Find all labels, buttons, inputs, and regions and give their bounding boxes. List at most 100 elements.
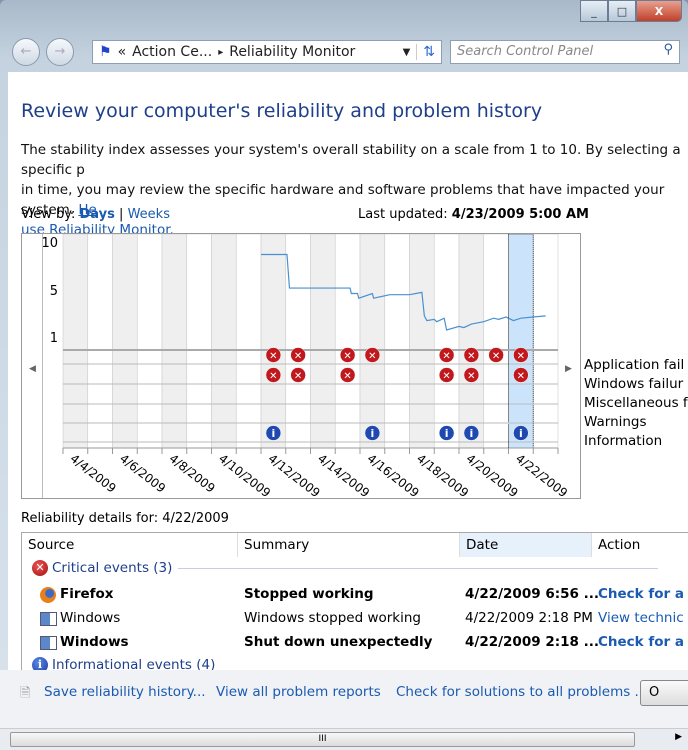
column-date[interactable]: Date	[460, 533, 592, 557]
critical-event-icon[interactable]: ✕	[265, 347, 282, 363]
day-column[interactable]	[211, 233, 237, 449]
search-input[interactable]: Search Control Panel ⚲	[450, 40, 680, 64]
check-all-solutions-link[interactable]: Check for solutions to all problems ...	[396, 684, 647, 700]
document-icon: 🗎	[20, 686, 31, 701]
legend-application-failures: Application fail	[584, 357, 685, 373]
table-row[interactable]: Windows Shut down unexpectedly 4/22/2009…	[22, 631, 688, 655]
address-dropdown-icon[interactable]: ▼	[403, 47, 411, 58]
day-column[interactable]	[136, 233, 163, 449]
informational-events-group[interactable]: i Informational events (4)	[32, 657, 215, 670]
day-column[interactable]	[532, 233, 559, 449]
critical-event-icon[interactable]: ✕	[438, 367, 455, 383]
critical-event-icon[interactable]: ✕	[290, 347, 306, 363]
view-all-reports-link[interactable]: View all problem reports	[216, 684, 381, 700]
minimize-button[interactable]: _	[580, 0, 608, 22]
day-column[interactable]	[458, 233, 485, 449]
critical-events-group[interactable]: ✕ Critical events (3)	[32, 560, 659, 576]
day-column[interactable]	[433, 233, 460, 449]
critical-event-icon[interactable]: ✕	[513, 367, 529, 383]
day-column[interactable]	[87, 233, 113, 449]
column-source[interactable]: Source	[22, 533, 238, 557]
critical-event-icon[interactable]: ✕	[265, 367, 282, 383]
svg-text:✕: ✕	[442, 351, 450, 362]
svg-text:✕: ✕	[517, 371, 525, 382]
address-overflow[interactable]: «	[118, 44, 127, 60]
chart-row-legend: Application fail Windows failur Miscella…	[584, 356, 688, 451]
x-tick-label: 4/16/2009	[365, 451, 422, 498]
day-column[interactable]	[285, 233, 311, 449]
row-summary: Windows stopped working	[244, 610, 421, 626]
critical-event-icon[interactable]: ✕	[339, 367, 356, 383]
svg-text:✕: ✕	[269, 371, 277, 382]
view-days-link[interactable]: Days	[80, 207, 115, 222]
critical-event-icon[interactable]: ✕	[438, 347, 455, 363]
information-event-icon[interactable]: i	[265, 425, 282, 441]
reliability-chart-svg[interactable]: 1051✕ ✕ ✕ ✕ ✕ ✕ ✕ ✕✕ ✕ ✕ ✕ ✕ ✕i i i i i4/4/20094/6/20094…	[22, 233, 580, 500]
day-column[interactable]	[260, 233, 287, 449]
horizontal-scrollbar[interactable]: III ▶	[0, 728, 688, 750]
information-event-icon[interactable]: i	[463, 425, 480, 441]
scrollbar-thumb[interactable]: III	[10, 732, 635, 747]
search-icon[interactable]: ⚲	[663, 42, 673, 57]
row-source: Firefox	[60, 586, 114, 602]
save-history-link[interactable]: Save reliability history...	[44, 684, 206, 700]
critical-event-icon[interactable]: ✕	[290, 367, 306, 383]
row-date: 4/22/2009 6:56 ...	[465, 586, 599, 602]
day-column[interactable]	[384, 233, 410, 449]
reliability-chart[interactable]: 10 5 1 ✕ ✕ ✕ ✕ ✕ ✕ ✕ ✕ ✕ ✕ ✕ ✕ ✕ ✕ i i i i i 4/4/2009 4/6/2009 4…	[21, 233, 581, 500]
information-event-icon[interactable]: i	[364, 425, 381, 441]
breadcrumb-reliability-monitor[interactable]: Reliability Monitor	[229, 44, 355, 60]
day-column[interactable]	[186, 233, 212, 449]
scroll-right-icon[interactable]: ▶	[675, 732, 682, 742]
ok-button[interactable]: O	[640, 680, 688, 706]
description-line-1: The stability index assesses your system…	[21, 142, 681, 178]
information-event-icon[interactable]: i	[513, 425, 529, 441]
day-column[interactable]	[62, 233, 89, 449]
table-row[interactable]: Windows Windows stopped working 4/22/200…	[22, 607, 688, 631]
x-tick-label: 4/14/2009	[315, 451, 372, 498]
address-bar[interactable]: ⚑ « Action Ce... ▸ Reliability Monitor ▼…	[92, 40, 442, 64]
day-column[interactable]	[334, 233, 361, 449]
day-column[interactable]	[235, 233, 262, 449]
svg-text:✕: ✕	[269, 351, 277, 362]
back-button[interactable]: ←	[12, 38, 40, 66]
day-column[interactable]	[359, 233, 386, 449]
day-column[interactable]	[161, 233, 188, 449]
critical-event-icon[interactable]: ✕	[463, 347, 480, 363]
maximize-button[interactable]: □	[608, 0, 636, 22]
last-updated-value: 4/23/2009 5:00 AM	[451, 207, 589, 222]
row-action-link[interactable]: Check for a s	[598, 586, 688, 602]
critical-event-icon[interactable]: ✕	[488, 347, 504, 363]
row-action-link[interactable]: View technic	[598, 610, 684, 626]
scroll-right-chart-icon[interactable]: ▶	[565, 364, 572, 374]
description: The stability index assesses your system…	[21, 140, 688, 240]
critical-event-icon[interactable]: ✕	[513, 347, 529, 363]
legend-information: Information	[584, 433, 663, 449]
critical-event-icon[interactable]: ✕	[339, 347, 356, 363]
critical-event-icon[interactable]: ✕	[463, 367, 480, 383]
view-weeks-link[interactable]: Weeks	[128, 207, 170, 222]
day-column[interactable]	[483, 233, 509, 449]
breadcrumb-action-center[interactable]: Action Ce...	[132, 44, 212, 60]
row-action-link[interactable]: Check for a s	[598, 634, 688, 650]
row-summary: Stopped working	[244, 586, 374, 602]
y-axis-border	[42, 234, 43, 498]
legend-misc-failures: Miscellaneous f	[584, 395, 688, 411]
x-tick-label: 4/6/2009	[117, 451, 168, 495]
day-column[interactable]	[310, 233, 336, 449]
day-column[interactable]	[409, 233, 435, 449]
view-by: View by: Days | Weeks	[21, 207, 170, 222]
table-row[interactable]: Firefox Stopped working 4/22/2009 6:56 .…	[22, 583, 688, 607]
close-button[interactable]: X	[636, 0, 682, 22]
scroll-left-icon[interactable]: ◀	[29, 364, 36, 374]
forward-button[interactable]: →	[46, 38, 74, 66]
critical-event-icon[interactable]: ✕	[364, 347, 381, 363]
column-summary[interactable]: Summary	[238, 533, 460, 557]
day-column[interactable]	[508, 233, 534, 449]
column-action[interactable]: Action	[592, 533, 688, 557]
breadcrumb-separator-icon[interactable]: ▸	[218, 47, 223, 58]
refresh-icon[interactable]: ⇅	[416, 44, 441, 60]
day-column[interactable]	[112, 233, 138, 449]
information-event-icon[interactable]: i	[438, 425, 455, 441]
y-tick-label: 10	[41, 236, 58, 251]
